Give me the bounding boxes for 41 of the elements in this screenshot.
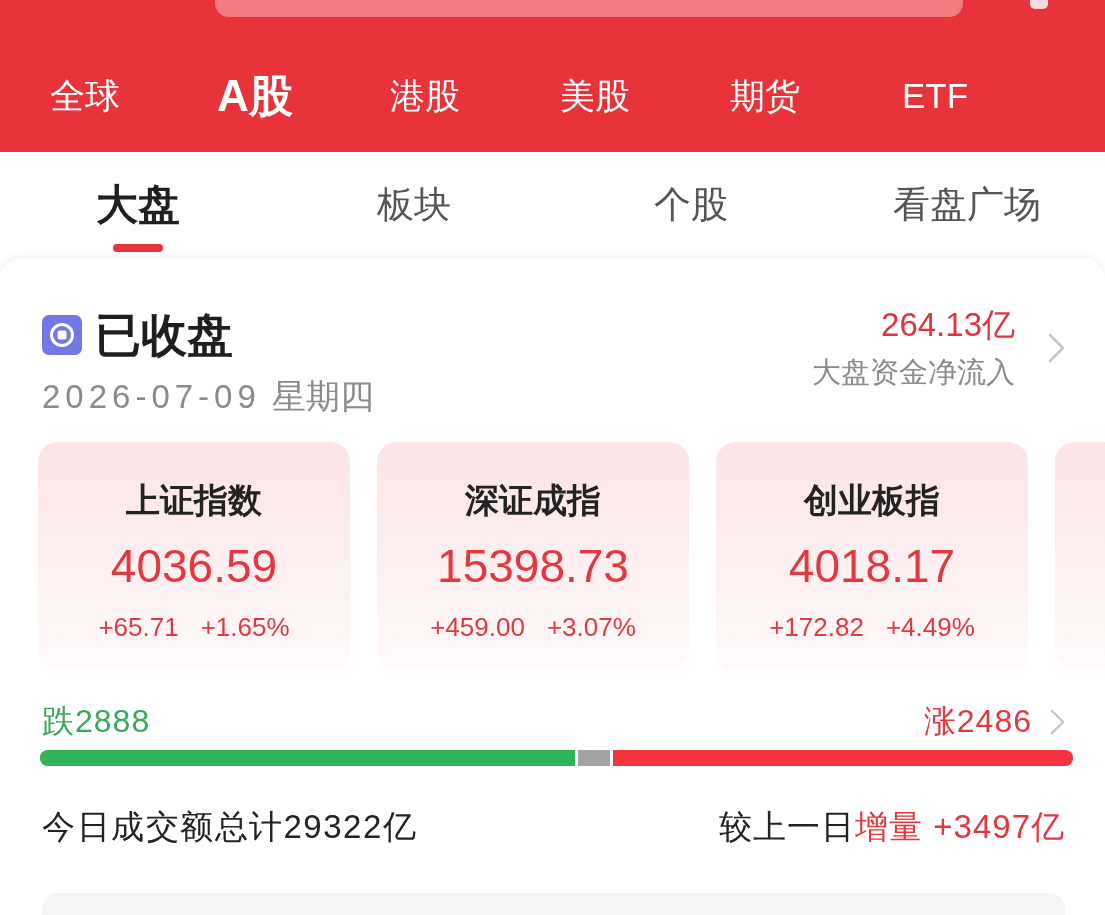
index-card[interactable]: 创业板指 4018.17 +172.82 +4.49% <box>716 442 1028 670</box>
search-field[interactable] <box>215 0 963 17</box>
market-tab[interactable]: 期货 <box>730 72 800 120</box>
index-change: +459.00 <box>430 611 525 644</box>
compare-change: 增量 +3497亿 <box>855 806 1065 847</box>
market-tab[interactable]: A股 <box>217 72 293 120</box>
net-inflow-label[interactable]: 大盘资金净流入 <box>812 354 1015 390</box>
weekday: 星期四 <box>271 376 374 417</box>
index-name: 创业板指 <box>804 480 940 520</box>
fall-count: 跌2888 <box>42 702 151 741</box>
trade-date: 2026-07-09 <box>42 378 261 416</box>
net-inflow-value[interactable]: 264.13亿 <box>881 305 1015 345</box>
chevron-right-icon[interactable] <box>1050 709 1065 735</box>
market-status-title: 已收盘 <box>95 308 233 363</box>
view-tab[interactable]: 板块 <box>377 181 452 229</box>
view-tab[interactable]: 看盘广场 <box>892 181 1041 229</box>
index-change: +172.82 <box>769 611 864 644</box>
compare-label: 较上一日 <box>719 806 856 847</box>
index-value: 4036.59 <box>110 539 278 594</box>
market-tab[interactable]: ETF <box>901 72 969 120</box>
market-tab[interactable]: 美股 <box>560 72 630 120</box>
chevron-right-icon[interactable] <box>1048 332 1065 363</box>
index-change: +65.71 <box>98 611 179 644</box>
tab-indicator <box>113 244 164 252</box>
index-name: 上证指数 <box>126 480 262 520</box>
cropped-icon[interactable] <box>1030 0 1048 9</box>
market-tab[interactable]: 全球 <box>50 72 120 120</box>
market-tab[interactable]: 港股 <box>390 72 460 120</box>
stop-icon <box>42 315 82 355</box>
index-change-percent: +1.65% <box>200 611 290 644</box>
view-tab[interactable]: 个股 <box>653 181 728 229</box>
index-card[interactable]: 上证指数 4036.59 +65.71 +1.65% <box>38 442 350 670</box>
index-change-percent: +3.07% <box>546 611 636 644</box>
view-tab[interactable]: 大盘 <box>96 181 181 229</box>
rise-count[interactable]: 涨2486 <box>923 700 1032 744</box>
index-value: 4018.17 <box>788 539 956 594</box>
index-change-percent: +4.49% <box>885 611 975 644</box>
index-value: 15398.73 <box>437 539 629 594</box>
turnover-total: 今日成交额总计29322亿 <box>42 806 418 847</box>
index-name: 深证成指 <box>465 480 601 520</box>
index-card[interactable]: 深证成指 15398.73 +459.00 +3.07% <box>377 442 689 670</box>
